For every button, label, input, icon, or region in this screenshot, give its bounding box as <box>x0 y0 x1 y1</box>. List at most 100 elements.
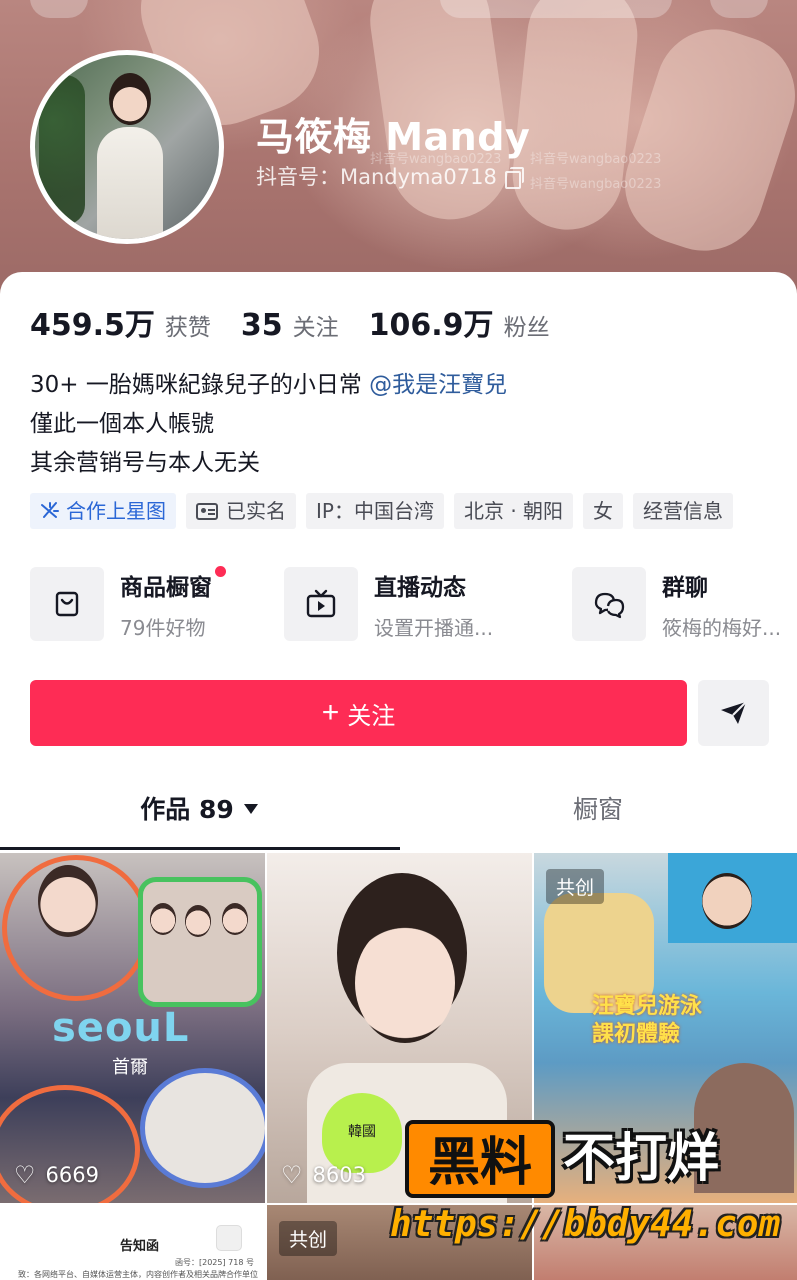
tab-label: 橱窗 <box>572 795 623 824</box>
thumbnail-decoration <box>140 1068 265 1188</box>
collab-badge: 共创 <box>279 1221 338 1256</box>
thumbnail-subtitle: 首爾 <box>112 1057 148 1078</box>
feature-subtitle: 79件好物 <box>120 615 206 640</box>
heart-icon: ♡ <box>281 1161 303 1189</box>
stat-label: 获赞 <box>164 315 211 341</box>
bio-text: 30+ 一胎媽咪紀錄兒子的小日常 <box>30 372 370 398</box>
bio-line: 30+ 一胎媽咪紀錄兒子的小日常 @我是汪寶兒 <box>30 366 507 405</box>
likes-count: 6669 <box>45 1163 99 1187</box>
thumbnail-face <box>38 865 98 937</box>
bio: 30+ 一胎媽咪紀錄兒子的小日常 @我是汪寶兒 僅此一個本人帳號 其余营销号与本… <box>30 366 507 483</box>
feature-title: 群聊 <box>662 574 708 601</box>
tag-star-cooperation[interactable]: 合作上星图 <box>30 493 176 529</box>
stats-row: 459.5万 获赞 35 关注 106.9万 粉丝 <box>30 300 580 344</box>
collab-badge: 共创 <box>546 869 605 904</box>
tag-verified[interactable]: 已实名 <box>186 493 296 529</box>
heart-icon: ♡ <box>14 1161 36 1189</box>
group-chat-icon <box>594 592 625 619</box>
tab-works[interactable]: 作品 89 <box>0 790 398 826</box>
bio-line: 僅此一個本人帳號 <box>30 411 214 437</box>
feature-group-chat[interactable]: 群聊 筱梅的梅好... <box>572 567 797 641</box>
ad-url-text: https://bbdy44.com <box>390 1204 781 1245</box>
tag-label: IP：中国台湾 <box>316 499 434 523</box>
stat-likes[interactable]: 459.5万 获赞 <box>30 300 211 344</box>
stat-label: 粉丝 <box>503 315 550 341</box>
tab-label: 作品 89 <box>140 795 234 824</box>
tag-business-info[interactable]: 经营信息 <box>633 493 734 529</box>
thumbnail-face <box>150 903 176 935</box>
banner-hand-shape <box>609 13 797 267</box>
video-likes: ♡ 8603 <box>281 1161 366 1189</box>
star-map-icon <box>41 502 59 518</box>
watermark-text: 抖音号wangbao0223 <box>530 152 662 167</box>
thumbnail-title: 汪寶兒游泳 課初體驗 <box>592 994 703 1047</box>
ad-label-box: 黑料 <box>405 1120 555 1198</box>
thumbnail-decoration <box>138 877 262 1007</box>
video-thumbnail[interactable]: 告知函 函号：[2025] 718 号 致：各网络平台、自媒体运营主体，内容创作… <box>0 1205 265 1280</box>
profile-name: 马筱梅 Mandy <box>256 115 531 159</box>
notification-dot <box>215 565 226 577</box>
avatar-plant-shape <box>39 75 85 225</box>
tag-row: 合作上星图 已实名 IP：中国台湾 北京 · 朝阳 女 经营信息 <box>30 493 743 529</box>
feature-icon-box <box>30 567 104 641</box>
video-likes: ♡ 6669 <box>14 1161 99 1189</box>
notice-title: 告知函 <box>120 1239 160 1254</box>
back-button[interactable] <box>30 0 88 18</box>
content-tabs: 作品 89 橱窗 <box>0 790 797 852</box>
ad-overlay: 黑料 不打烊 <box>405 1120 797 1202</box>
follow-label: 关注 <box>347 702 396 730</box>
thumbnail-face <box>702 873 752 929</box>
stat-value: 459.5万 <box>30 308 155 343</box>
thumbnail-face <box>222 903 248 935</box>
feature-live-updates[interactable]: 直播动态 设置开播通... <box>284 567 493 641</box>
ad-label-text: 不打烊 <box>563 1129 720 1189</box>
feature-title: 商品橱窗 <box>120 565 226 602</box>
feature-title: 直播动态 <box>374 574 466 601</box>
tag-label: 合作上星图 <box>66 499 166 523</box>
tab-shop-window[interactable]: 橱窗 <box>399 790 797 826</box>
tag-label: 经营信息 <box>643 499 724 523</box>
thumbnail-face <box>355 923 455 1043</box>
tag-location[interactable]: 北京 · 朝阳 <box>453 493 574 529</box>
stat-following[interactable]: 35 关注 <box>241 308 339 343</box>
shopping-bag-icon <box>55 591 79 617</box>
active-tab-indicator <box>0 847 400 850</box>
tv-play-icon <box>306 589 336 618</box>
feature-subtitle: 筱梅的梅好... <box>662 615 782 640</box>
tag-label: 已实名 <box>226 499 286 523</box>
tag-label: 北京 · 朝阳 <box>463 499 564 523</box>
more-button[interactable] <box>710 0 768 18</box>
tag-ip: IP：中国台湾 <box>306 493 444 529</box>
stat-value: 106.9万 <box>368 308 494 343</box>
id-card-icon <box>196 502 218 520</box>
watermark-text: 抖音号wangbao0223 <box>530 177 662 192</box>
notice-number: 函号：[2025] 718 号 <box>175 1258 254 1267</box>
feature-shop-window[interactable]: 商品橱窗 79件好物 <box>30 565 226 641</box>
video-thumbnail[interactable]: seouL 首爾 ♡ 6669 <box>0 853 265 1203</box>
stat-followers[interactable]: 106.9万 粉丝 <box>369 300 550 344</box>
douyin-id-text: 抖音号：Mandyma0718 <box>256 165 497 189</box>
send-message-button[interactable] <box>698 680 769 746</box>
avatar-figure-head <box>109 73 151 125</box>
paper-plane-icon <box>720 701 747 724</box>
feature-subtitle: 设置开播通... <box>374 615 494 640</box>
search-bar[interactable] <box>440 0 672 18</box>
avatar-figure <box>97 127 163 239</box>
douyin-id-row[interactable]: 抖音号：Mandyma0718 <box>256 161 524 191</box>
tag-label: 女 <box>593 499 614 523</box>
stat-label: 关注 <box>292 315 339 341</box>
follow-button[interactable]: + 关注 <box>30 680 687 746</box>
avatar[interactable] <box>30 50 224 244</box>
plus-icon: + <box>321 696 340 729</box>
thumbnail-face <box>185 905 211 937</box>
stat-value: 35 <box>240 308 283 343</box>
tag-gender: 女 <box>583 493 624 529</box>
likes-count: 8603 <box>312 1163 366 1187</box>
bio-line: 其余营销号与本人无关 <box>30 450 260 476</box>
thumbnail-title: seouL <box>52 1005 190 1051</box>
notice-checkbox <box>216 1225 242 1251</box>
bio-mention-link[interactable]: @我是汪寶兒 <box>369 372 507 398</box>
feature-icon-box <box>284 567 358 641</box>
dropdown-triangle-icon[interactable] <box>243 804 258 814</box>
copy-icon[interactable] <box>504 167 524 189</box>
